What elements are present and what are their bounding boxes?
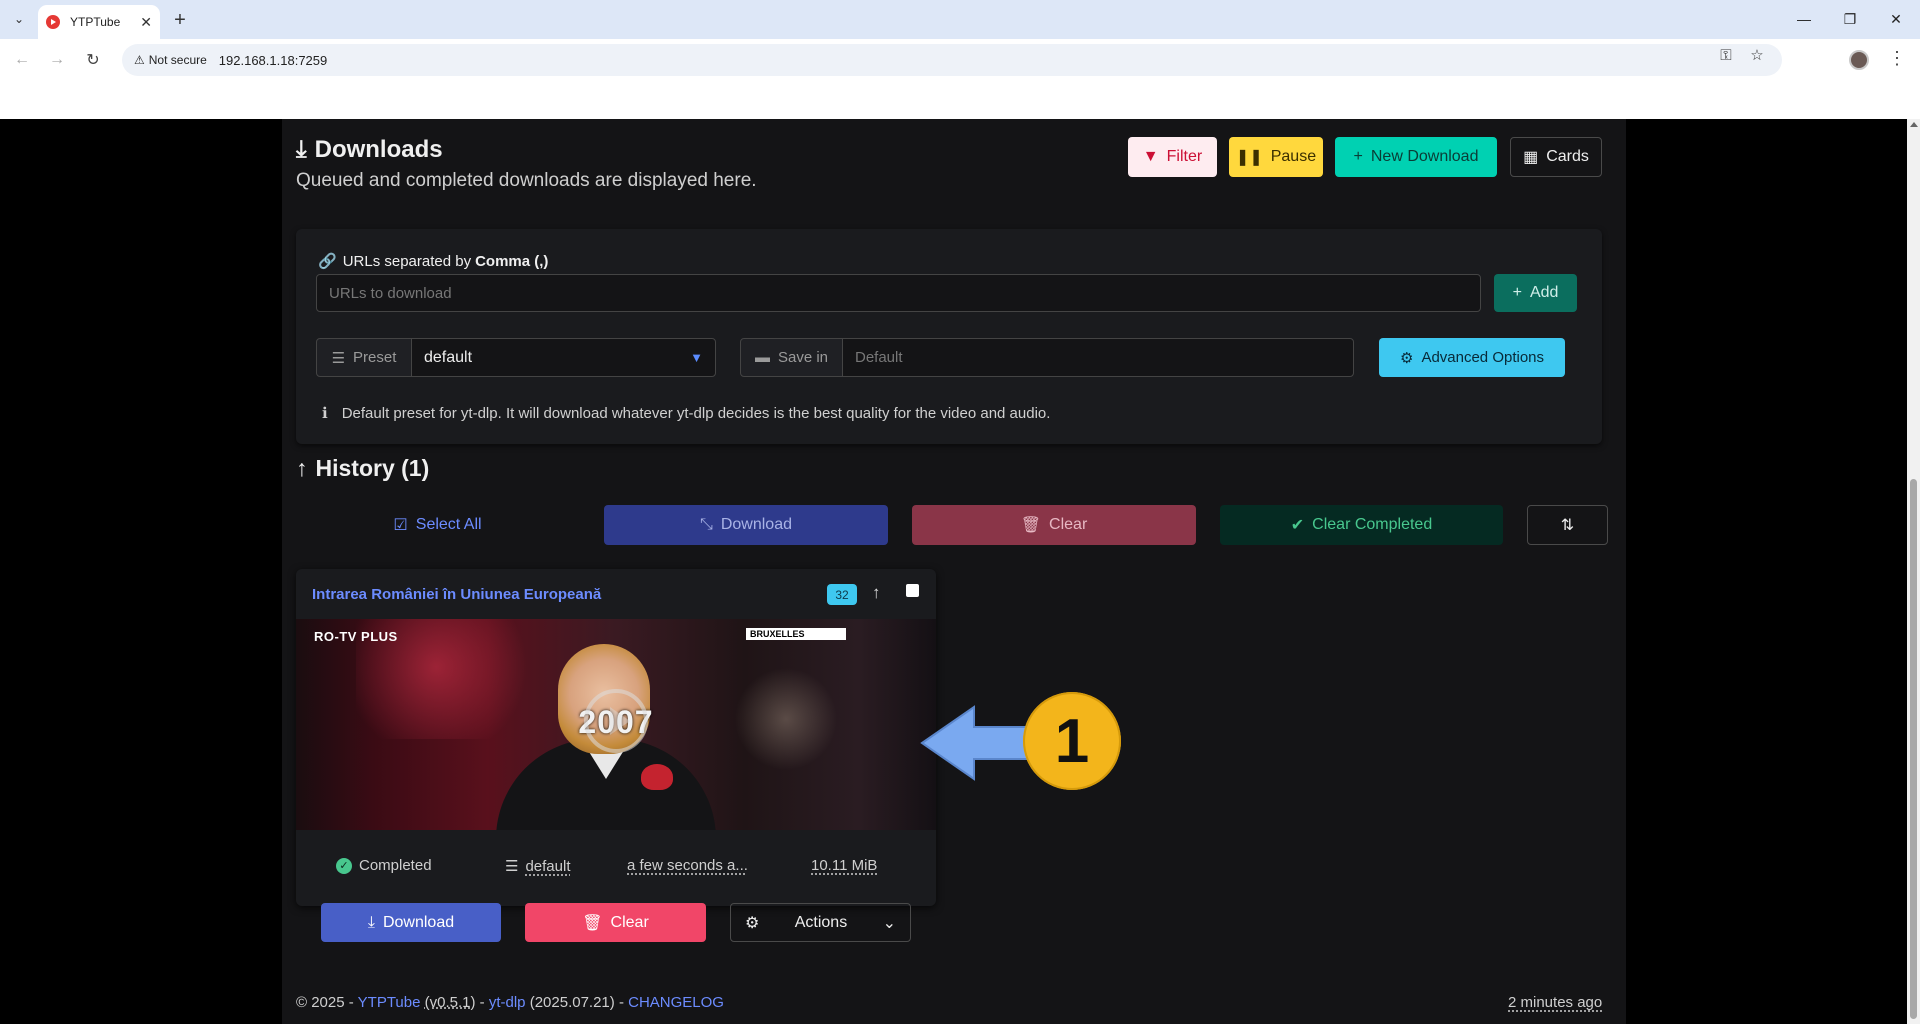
plus-icon: + bbox=[1512, 284, 1522, 301]
card-preset[interactable]: ☰ default bbox=[505, 857, 571, 876]
scrollbar-thumb[interactable] bbox=[1910, 479, 1917, 1019]
arrow-up-icon: ↑ bbox=[296, 455, 308, 481]
browser-tabstrip: ⌄ YTPTube ✕ + — ❐ ✕ bbox=[0, 0, 1920, 39]
history-clear-button[interactable]: 🗑 Clear bbox=[912, 505, 1196, 545]
urls-label: 🔗 URLs separated by Comma (,) bbox=[318, 252, 549, 271]
security-label: Not secure bbox=[148, 53, 207, 67]
location-banner: BRUXELLES bbox=[746, 628, 846, 640]
bookmark-star-icon[interactable]: ☆ bbox=[1745, 43, 1769, 67]
grid-icon: ▦ bbox=[1523, 149, 1539, 166]
trash-icon: 🗑 bbox=[582, 914, 603, 932]
new-download-button[interactable]: + New Download bbox=[1335, 137, 1497, 177]
warning-icon: ⚠ bbox=[134, 53, 145, 67]
save-in-addon: ▬ Save in bbox=[740, 338, 843, 377]
cards-view-button[interactable]: ▦ Cards bbox=[1510, 137, 1602, 177]
ytptube-favicon-icon bbox=[46, 15, 60, 29]
save-in-input[interactable]: Default bbox=[842, 338, 1354, 377]
select-all-button[interactable]: ☑ Select All bbox=[296, 505, 579, 545]
security-indicator[interactable]: ⚠ Not secure bbox=[134, 53, 207, 67]
check-circle-icon: ✓ bbox=[336, 857, 352, 874]
forward-icon[interactable]: → bbox=[45, 48, 69, 72]
preset-select[interactable]: default ▼ bbox=[411, 338, 716, 377]
page-scrollbar[interactable] bbox=[1907, 119, 1920, 1024]
thumb-pin bbox=[641, 764, 673, 790]
gears-icon: ⚙ bbox=[745, 914, 760, 932]
filter-button[interactable]: ▼ Filter bbox=[1128, 137, 1217, 177]
page-top-strip bbox=[0, 81, 1920, 119]
plus-icon: + bbox=[1353, 148, 1363, 165]
browser-tab[interactable]: YTPTube ✕ bbox=[38, 5, 160, 39]
page-title: ⤓ Downloads bbox=[296, 136, 443, 163]
scroll-up-icon[interactable] bbox=[1910, 122, 1918, 127]
tab-list-chevron-icon[interactable]: ⌄ bbox=[8, 8, 30, 30]
card-clear-button[interactable]: 🗑 Clear bbox=[525, 903, 706, 942]
check-circle-icon: ✔ bbox=[1290, 517, 1305, 534]
download-icon: ⤓ bbox=[296, 136, 307, 163]
video-thumbnail[interactable]: RO-TV PLUS BRUXELLES 2007 bbox=[296, 619, 936, 830]
page-viewport: ⤓ Downloads Queued and completed downloa… bbox=[0, 119, 1907, 1024]
channel-logo: RO-TV PLUS bbox=[314, 629, 398, 644]
profile-avatar[interactable] bbox=[1849, 50, 1869, 70]
footer: © 2025 - YTPTube (v0.5.1) - yt-dlp (2025… bbox=[296, 994, 724, 1011]
preset-help-text: ℹ Default preset for yt-dlp. It will dow… bbox=[322, 404, 1051, 423]
annotation-arrow bbox=[920, 705, 1039, 781]
last-updated: 2 minutes ago bbox=[1508, 994, 1603, 1011]
sort-button[interactable]: ⇅ bbox=[1527, 505, 1608, 545]
play-icon bbox=[610, 707, 630, 735]
history-title: ↑ History (1) bbox=[296, 455, 430, 481]
restore-icon[interactable]: ❐ bbox=[1830, 6, 1870, 32]
new-tab-icon[interactable]: + bbox=[168, 8, 192, 32]
browser-menu-icon[interactable]: ⋮ bbox=[1888, 48, 1906, 69]
select-checkbox[interactable] bbox=[906, 584, 919, 597]
preset-addon: ☰ Preset bbox=[316, 338, 412, 377]
video-title-link[interactable]: Intrarea României în Uniunea Europeană bbox=[312, 586, 601, 603]
filter-icon: ▼ bbox=[1142, 148, 1159, 165]
changelog-link[interactable]: CHANGELOG bbox=[628, 994, 724, 1011]
info-icon: ℹ bbox=[322, 405, 328, 422]
app-link[interactable]: YTPTube bbox=[358, 994, 421, 1011]
address-bar[interactable]: ⚠ Not secure 192.168.1.18:7259 bbox=[122, 44, 1782, 76]
chevron-down-icon: ▼ bbox=[690, 350, 703, 365]
trash-icon: 🗑 bbox=[1020, 517, 1042, 534]
item-count-badge: 32 bbox=[827, 584, 857, 605]
browser-toolbar: ← → ↻ ⚠ Not secure 192.168.1.18:7259 ⚿ ☆… bbox=[0, 39, 1920, 81]
status: ✓ Completed bbox=[336, 857, 432, 874]
tab-title: YTPTube bbox=[70, 15, 121, 29]
sliders-icon: ☰ bbox=[331, 349, 346, 367]
folder-icon: ▬ bbox=[754, 349, 770, 366]
add-button[interactable]: + Add bbox=[1494, 274, 1577, 312]
download-icon: ⤓ bbox=[367, 913, 375, 931]
history-download-button[interactable]: ⤡ Download bbox=[604, 505, 888, 545]
card-actions-dropdown[interactable]: ⚙ Actions ⌄ bbox=[730, 903, 911, 942]
sort-icon: ⇅ bbox=[1560, 517, 1575, 534]
arrow-up-icon[interactable]: ↑ bbox=[872, 583, 881, 603]
pause-icon: ❚❚ bbox=[1235, 149, 1263, 166]
card-download-button[interactable]: ⤓ Download bbox=[321, 903, 501, 942]
annotation-number-badge: 1 bbox=[1023, 692, 1121, 790]
card-size: 10.11 MiB bbox=[811, 857, 878, 874]
tab-close-icon[interactable]: ✕ bbox=[140, 14, 152, 31]
pause-button[interactable]: ❚❚ Pause bbox=[1229, 137, 1323, 177]
gear-icon: ⚙ bbox=[1399, 349, 1414, 367]
compress-icon: ⤡ bbox=[700, 516, 713, 533]
advanced-options-button[interactable]: ⚙ Advanced Options bbox=[1379, 338, 1565, 377]
urls-input[interactable]: URLs to download bbox=[316, 274, 1481, 312]
sliders-icon: ☰ bbox=[505, 858, 519, 875]
reload-icon[interactable]: ↻ bbox=[81, 48, 105, 72]
url-text: 192.168.1.18:7259 bbox=[218, 52, 328, 68]
window-close-icon[interactable]: ✕ bbox=[1876, 6, 1916, 32]
checkbox-icon: ☑ bbox=[393, 517, 408, 534]
minimize-icon[interactable]: — bbox=[1784, 6, 1824, 32]
page-subtitle: Queued and completed downloads are displ… bbox=[296, 170, 757, 191]
password-key-icon[interactable]: ⚿ bbox=[1714, 43, 1738, 67]
chevron-down-icon: ⌄ bbox=[882, 914, 896, 932]
clear-completed-button[interactable]: ✔ Clear Completed bbox=[1220, 505, 1503, 545]
ytdlp-link[interactable]: yt-dlp bbox=[489, 994, 526, 1011]
back-icon[interactable]: ← bbox=[10, 48, 34, 72]
card-time: a few seconds a... bbox=[627, 857, 748, 874]
link-icon: 🔗 bbox=[318, 253, 337, 270]
